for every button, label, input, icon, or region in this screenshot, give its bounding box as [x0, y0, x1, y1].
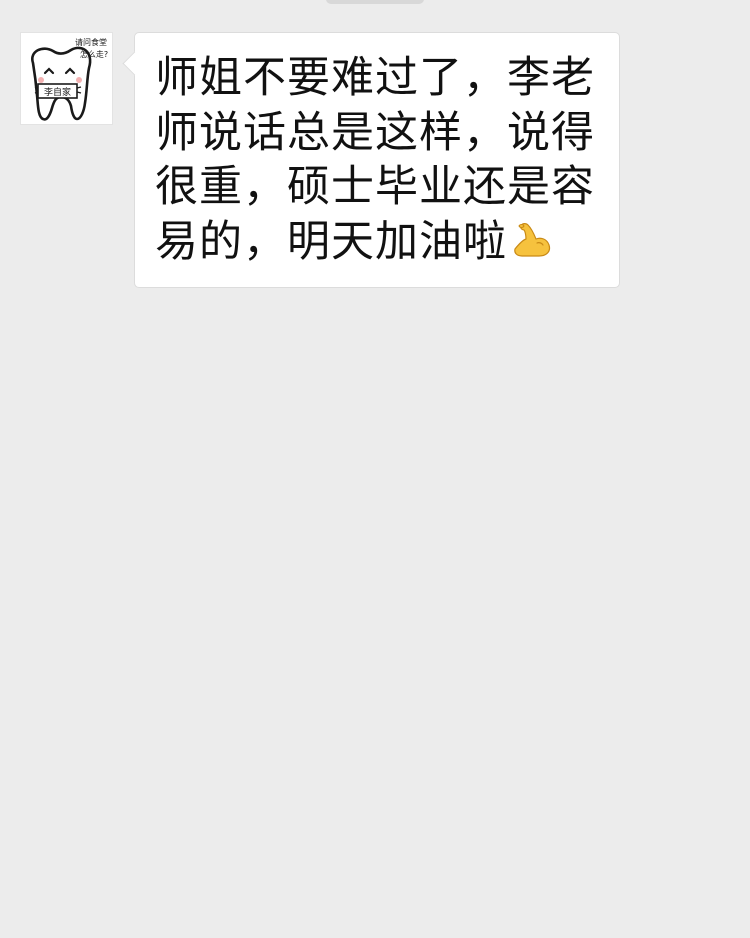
avatar-caption-line1: 请问食堂	[75, 37, 107, 47]
message-row: 李自家 请问食堂 怎么走? 师姐不要难过了，李老师说话总是这样，说得很重，硕士毕…	[20, 32, 620, 288]
top-handle	[326, 0, 424, 4]
avatar-sign-text: 李自家	[44, 86, 71, 98]
message-bubble-wrapper: 师姐不要难过了，李老师说话总是这样，说得很重，硕士毕业还是容易的，明天加油啦	[134, 32, 620, 288]
tooth-avatar-icon: 李自家 请问食堂 怎么走?	[21, 33, 112, 124]
flexed-biceps-icon	[509, 218, 553, 262]
avatar[interactable]: 李自家 请问食堂 怎么走?	[20, 32, 113, 125]
message-bubble[interactable]: 师姐不要难过了，李老师说话总是这样，说得很重，硕士毕业还是容易的，明天加油啦	[134, 32, 620, 288]
avatar-caption-line2: 怎么走?	[80, 49, 108, 59]
message-content: 师姐不要难过了，李老师说话总是这样，说得很重，硕士毕业还是容易的，明天加油啦	[155, 51, 599, 269]
